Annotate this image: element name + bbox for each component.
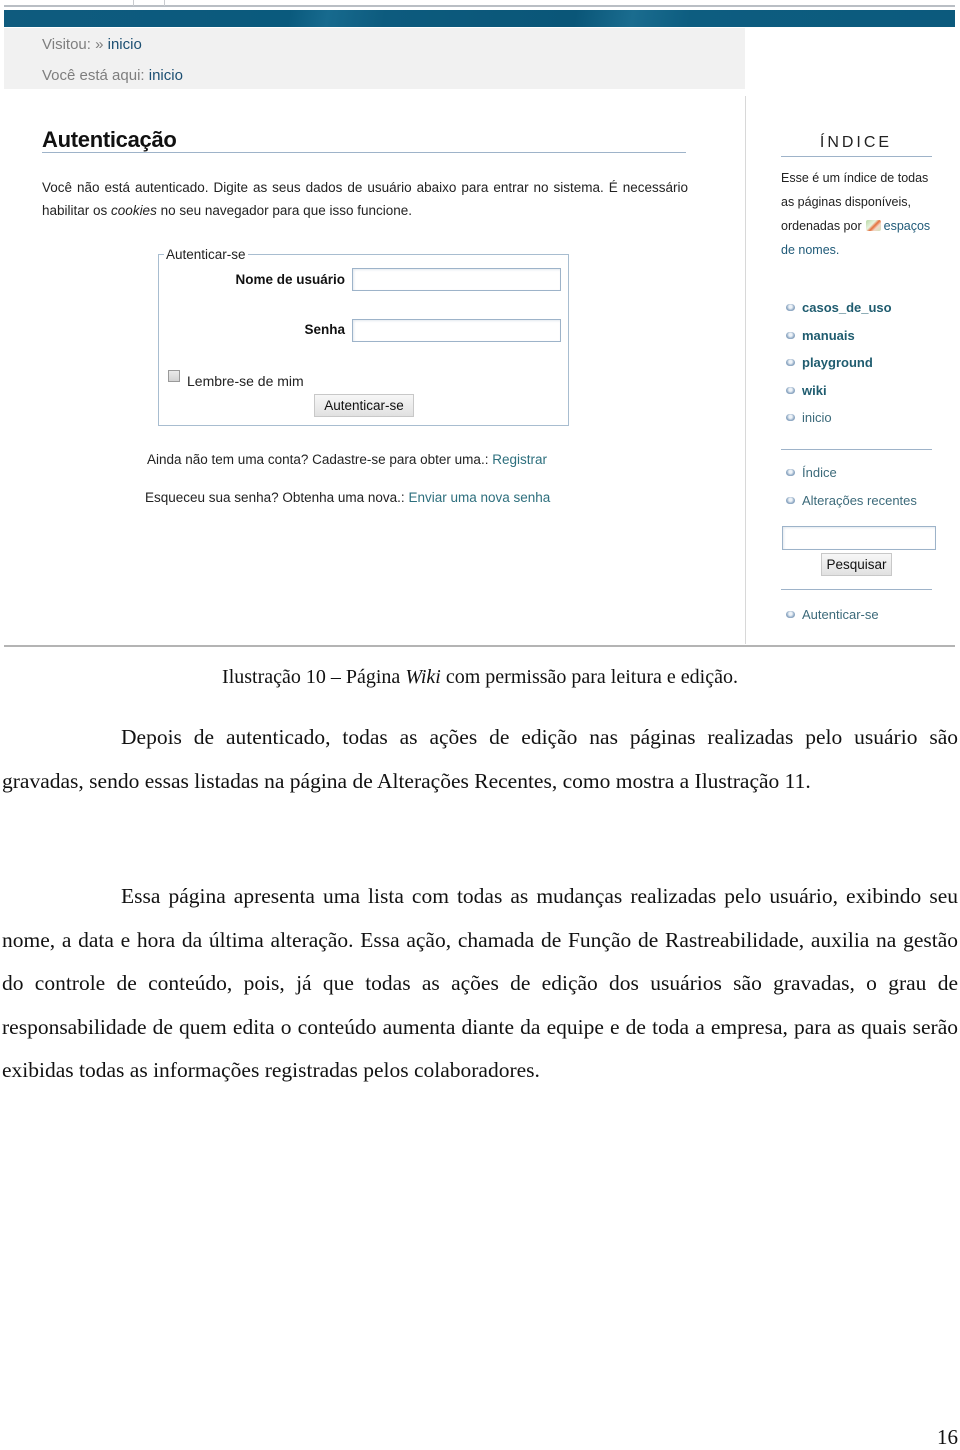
namespace-item-playground[interactable]: playground bbox=[786, 355, 892, 383]
tools-item-recent-changes[interactable]: Alterações recentes bbox=[786, 493, 917, 521]
namespace-item-inicio[interactable]: inicio bbox=[786, 410, 892, 438]
browser-tab-edge bbox=[133, 0, 165, 6]
login-submit-button[interactable]: Autenticar-se bbox=[314, 394, 414, 417]
tools-list: Índice Alterações recentes bbox=[786, 465, 917, 521]
bullet-icon bbox=[786, 469, 795, 476]
page-title: Autenticação bbox=[42, 127, 177, 152]
sidebar-description: Esse é um índice de todas as páginas dis… bbox=[781, 171, 931, 257]
sidebar-divider-rule bbox=[781, 589, 932, 590]
wiki-screenshot: Visitou: » inicio Você está aqui: inicio… bbox=[0, 0, 960, 650]
breadcrumb-visited-label: Visitou: » bbox=[42, 36, 104, 53]
bullet-icon bbox=[786, 386, 795, 394]
breadcrumb-visited: Visitou: » inicio bbox=[42, 36, 142, 53]
auth-intro-text: Você não está autenticado. Digite as seu… bbox=[42, 180, 688, 218]
body-paragraph: Essa página apresenta uma lista com toda… bbox=[2, 884, 958, 1083]
namespace-icon bbox=[865, 220, 881, 231]
username-label: Nome de usuário bbox=[235, 272, 345, 287]
bullet-icon bbox=[786, 497, 795, 504]
bullet-icon bbox=[786, 359, 795, 367]
sidebar-divider bbox=[745, 96, 746, 644]
breadcrumb-current-link[interactable]: inicio bbox=[149, 67, 183, 84]
reset-password-prompt: Esqueceu sua senha? Obtenha uma nova.: E… bbox=[145, 490, 551, 505]
bullet-icon bbox=[786, 304, 795, 311]
body-paragraph: Depois de autenticado, todas as ações de… bbox=[2, 725, 958, 793]
username-input[interactable] bbox=[352, 268, 561, 291]
site-header-banner bbox=[4, 10, 955, 27]
sidebar-title: ÍNDICE bbox=[819, 134, 893, 151]
sidebar-title-rule bbox=[781, 156, 932, 157]
namespace-item-wiki[interactable]: wiki bbox=[786, 383, 892, 411]
login-list: Autenticar-se bbox=[786, 607, 879, 635]
breadcrumb-current: Você está aqui: inicio bbox=[42, 67, 183, 84]
bullet-icon bbox=[786, 414, 795, 422]
tools-item-indice[interactable]: Índice bbox=[786, 465, 917, 493]
title-rule bbox=[42, 152, 686, 153]
password-input[interactable] bbox=[352, 319, 561, 342]
reset-password-link[interactable]: Enviar uma nova senha bbox=[408, 490, 550, 505]
search-input[interactable] bbox=[782, 526, 936, 550]
sidebar-divider-rule bbox=[781, 449, 932, 450]
bullet-icon bbox=[786, 611, 795, 618]
breadcrumb-bar: Visitou: » inicio Você está aqui: inicio bbox=[4, 28, 745, 89]
namespace-item-casos-de-uso[interactable]: casos_de_uso bbox=[786, 300, 892, 328]
breadcrumb-visited-link[interactable]: inicio bbox=[108, 36, 142, 53]
namespace-item-manuais[interactable]: manuais bbox=[786, 328, 892, 356]
page-number: 16 bbox=[937, 1425, 958, 1449]
search-button[interactable]: Pesquisar bbox=[821, 553, 892, 576]
remember-me-checkbox[interactable] bbox=[168, 370, 180, 382]
remember-me-label[interactable]: Lembre-se de mim bbox=[187, 373, 304, 389]
breadcrumb-current-label: Você está aqui: bbox=[42, 67, 145, 84]
figure-caption: Ilustração 10 – Página Wiki com permissã… bbox=[222, 666, 738, 688]
namespace-list: casos_de_uso manuais playground wiki ini… bbox=[786, 300, 892, 438]
password-label: Senha bbox=[304, 322, 345, 337]
sidebar-login-item[interactable]: Autenticar-se bbox=[786, 607, 879, 635]
login-fieldset-legend: Autenticar-se bbox=[164, 247, 248, 262]
register-prompt: Ainda não tem uma conta? Cadastre-se par… bbox=[147, 452, 547, 467]
screenshot-bottom-border bbox=[4, 645, 955, 647]
register-link[interactable]: Registrar bbox=[492, 452, 547, 467]
bullet-icon bbox=[786, 331, 795, 339]
